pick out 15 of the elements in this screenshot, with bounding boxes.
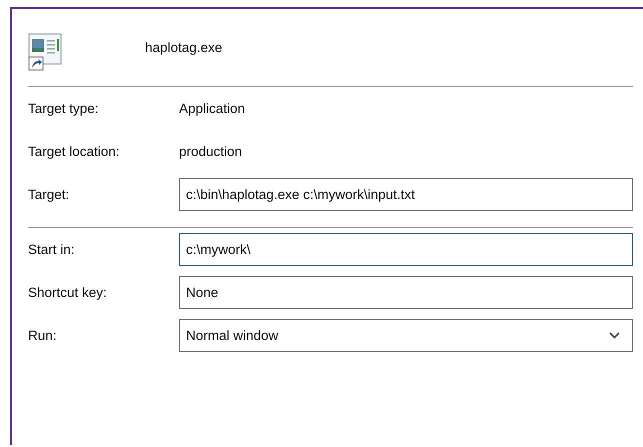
input-field[interactable]: None	[179, 276, 633, 309]
shortcut-app-icon	[28, 33, 62, 71]
dropdown[interactable]: Normal window	[179, 319, 633, 352]
field-label: Shortcut key:	[28, 285, 108, 300]
input-field[interactable]: c:\mywork\	[179, 233, 633, 266]
file-name: haplotag.exe	[145, 40, 222, 54]
chevron-down-icon	[609, 332, 620, 339]
field-label: Start in:	[28, 242, 76, 257]
field-value: production	[179, 144, 242, 159]
field-label: Run:	[28, 328, 58, 343]
input-field[interactable]: c:\bin\haplotag.exe c:\mywork\input.txt	[179, 178, 633, 211]
field-value: Application	[179, 101, 246, 116]
field-label: Target location:	[28, 144, 121, 159]
field-label: Target:	[28, 187, 70, 202]
field-label: Target type:	[28, 101, 100, 116]
